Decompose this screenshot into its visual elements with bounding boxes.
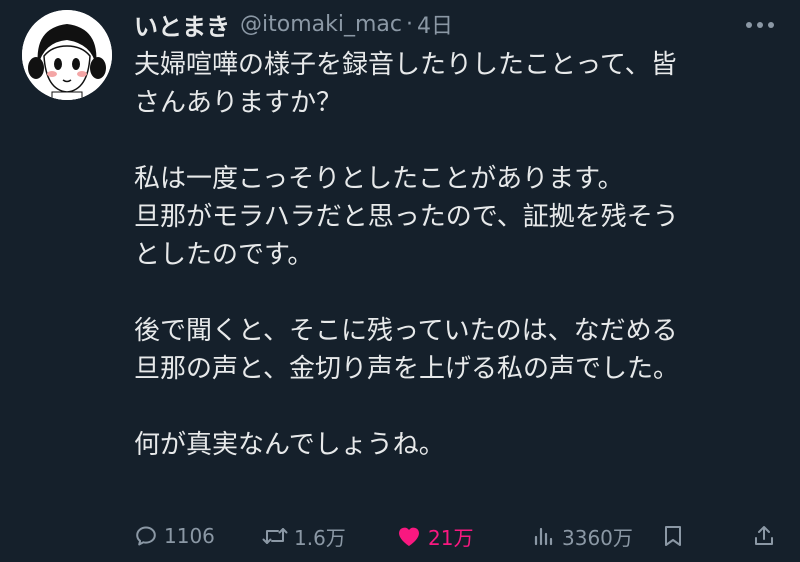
- retweet-count: 1.6万: [294, 525, 346, 550]
- views-button[interactable]: 3360万: [532, 518, 633, 554]
- retweet-arrows-icon: [262, 528, 288, 544]
- tweet-text-line: としたのです。: [134, 240, 314, 270]
- reply-bubble-icon: [136, 526, 156, 546]
- tweet-text-line: 旦那の声と、金切り声を上げる私の声でした。: [134, 354, 679, 384]
- heart-icon: [399, 527, 419, 546]
- tweet-text: 夫婦喧嘩の様子を録音したりしたことって、皆 さんありますか？ 私は一度こっそりと…: [134, 46, 774, 464]
- bookmark-button[interactable]: [662, 518, 684, 554]
- share-upload-icon: [755, 526, 773, 545]
- view-count: 3360万: [562, 525, 633, 550]
- reply-button[interactable]: 1106: [134, 518, 215, 554]
- avatar-illustration: [22, 10, 112, 100]
- more-options-button[interactable]: [740, 10, 780, 40]
- header-separator: ·: [405, 11, 413, 37]
- tweet-timestamp[interactable]: 4日: [417, 8, 453, 40]
- tweet-actions: 1106 1.6万 21万 3360万: [134, 518, 780, 554]
- tweet-text-line: 旦那がモラハラだと思ったので、証拠を残そう: [134, 202, 679, 232]
- tweet-text-line: 後で聞くと、そこに残っていたのは、なだめる: [134, 316, 678, 346]
- more-dots-icon: [746, 22, 774, 28]
- reply-count: 1106: [164, 524, 215, 548]
- tweet-text-line: 私は一度こっそりとしたことがあります。: [134, 164, 624, 194]
- like-button[interactable]: 21万: [396, 518, 473, 554]
- retweet-button[interactable]: 1.6万: [262, 518, 346, 554]
- author-name[interactable]: いとまき: [134, 7, 230, 42]
- bookmark-icon: [665, 526, 681, 546]
- tweet-header: いとまき @itomaki_mac · 4日: [134, 6, 453, 42]
- tweet-text-line: 夫婦喧嘩の様子を録音したりしたことって、皆: [134, 50, 677, 80]
- views-bar-chart-icon: [534, 527, 553, 546]
- like-count: 21万: [428, 525, 474, 550]
- share-button[interactable]: [752, 518, 776, 554]
- tweet-text-line: 何が真実なんでしょうね。: [134, 430, 445, 460]
- author-handle[interactable]: @itomaki_mac: [240, 12, 402, 37]
- author-avatar[interactable]: [22, 10, 112, 100]
- tweet-text-line: さんありますか？: [134, 88, 343, 118]
